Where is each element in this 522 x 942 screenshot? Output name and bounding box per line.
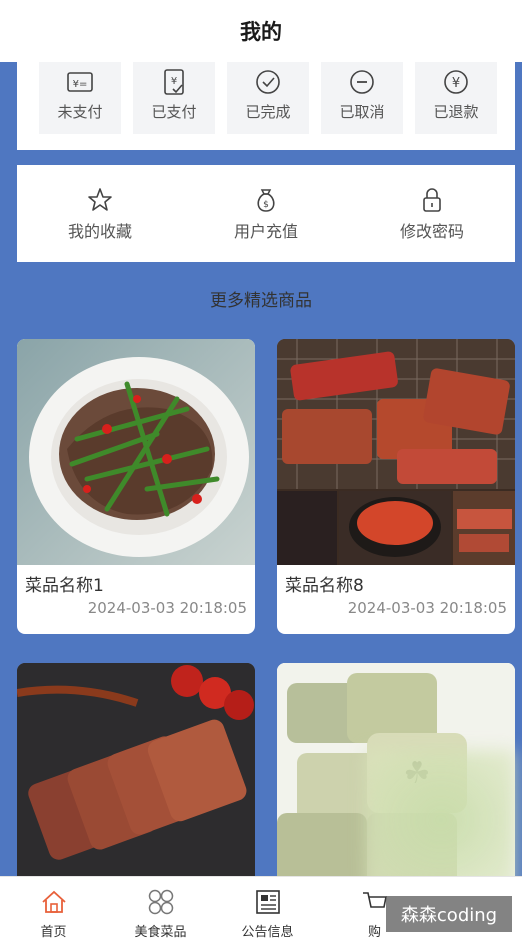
- tab-notices[interactable]: 公告信息: [214, 877, 321, 942]
- blur-overlay: [366, 750, 516, 890]
- cancelled-icon: [350, 70, 374, 94]
- order-paid[interactable]: ¥ 已支付: [133, 62, 215, 134]
- product-name: 菜品名称1: [25, 576, 104, 596]
- tab-home-label: 首页: [40, 925, 67, 940]
- product-image: [17, 663, 255, 889]
- favorites-label: 我的收藏: [67, 221, 132, 241]
- order-cancelled[interactable]: 已取消: [321, 62, 403, 134]
- order-completed-label: 已完成: [245, 103, 291, 121]
- completed-icon: [256, 70, 280, 94]
- order-unpaid[interactable]: ¥= 未支付: [39, 62, 121, 134]
- product-name: 菜品名称8: [285, 576, 364, 596]
- star-icon: [88, 187, 112, 211]
- svg-text:$: $: [263, 200, 269, 210]
- order-completed[interactable]: 已完成: [227, 62, 309, 134]
- lock-icon: [423, 187, 441, 212]
- newspaper-icon: [255, 890, 280, 914]
- refunded-icon: ¥: [444, 70, 468, 94]
- product-card[interactable]: 菜品名称1 2024-03-03 20:18:05: [17, 339, 255, 634]
- money-bag-icon: $: [257, 188, 275, 212]
- order-unpaid-label: 未支付: [57, 103, 103, 121]
- favorites-entry[interactable]: 我的收藏: [30, 186, 170, 242]
- product-time: 2024-03-03 20:18:05: [87, 599, 247, 617]
- product-time: 2024-03-03 20:18:05: [347, 599, 507, 617]
- tab-cart-label: 购: [367, 925, 381, 940]
- order-cancelled-label: 已取消: [339, 103, 385, 121]
- recharge-entry[interactable]: $ 用户充值: [196, 186, 336, 242]
- svg-text:¥=: ¥=: [73, 79, 88, 90]
- product-card[interactable]: 菜品名称8 2024-03-03 20:18:05: [277, 339, 515, 634]
- grid-icon: [148, 889, 173, 915]
- paid-icon: ¥: [164, 69, 184, 95]
- tab-home[interactable]: 首页: [0, 877, 107, 942]
- svg-text:¥: ¥: [171, 76, 177, 87]
- page-title: 我的: [240, 20, 282, 44]
- change-password-entry[interactable]: 修改密码: [362, 186, 502, 242]
- change-password-label: 修改密码: [399, 221, 464, 241]
- product-card[interactable]: [17, 663, 255, 889]
- tab-dishes[interactable]: 美食菜品: [107, 877, 214, 942]
- product-image: [17, 339, 255, 565]
- tab-notices-label: 公告信息: [241, 925, 294, 940]
- tab-dishes-label: 美食菜品: [134, 925, 187, 940]
- svg-text:¥: ¥: [452, 76, 460, 91]
- cart-icon: [362, 892, 387, 908]
- order-paid-label: 已支付: [151, 103, 197, 121]
- unpaid-icon: ¥=: [67, 72, 93, 92]
- order-refunded[interactable]: ¥ 已退款: [415, 62, 497, 134]
- watermark-text: 森森coding: [386, 896, 512, 932]
- top-header: 我的: [0, 0, 522, 62]
- order-refunded-label: 已退款: [433, 103, 479, 121]
- function-card: 我的收藏 $ 用户充值 修改密码: [17, 165, 515, 262]
- home-icon: [41, 890, 66, 913]
- section-title: 更多精选商品: [210, 291, 312, 311]
- product-image: [277, 339, 515, 565]
- recharge-label: 用户充值: [233, 221, 298, 241]
